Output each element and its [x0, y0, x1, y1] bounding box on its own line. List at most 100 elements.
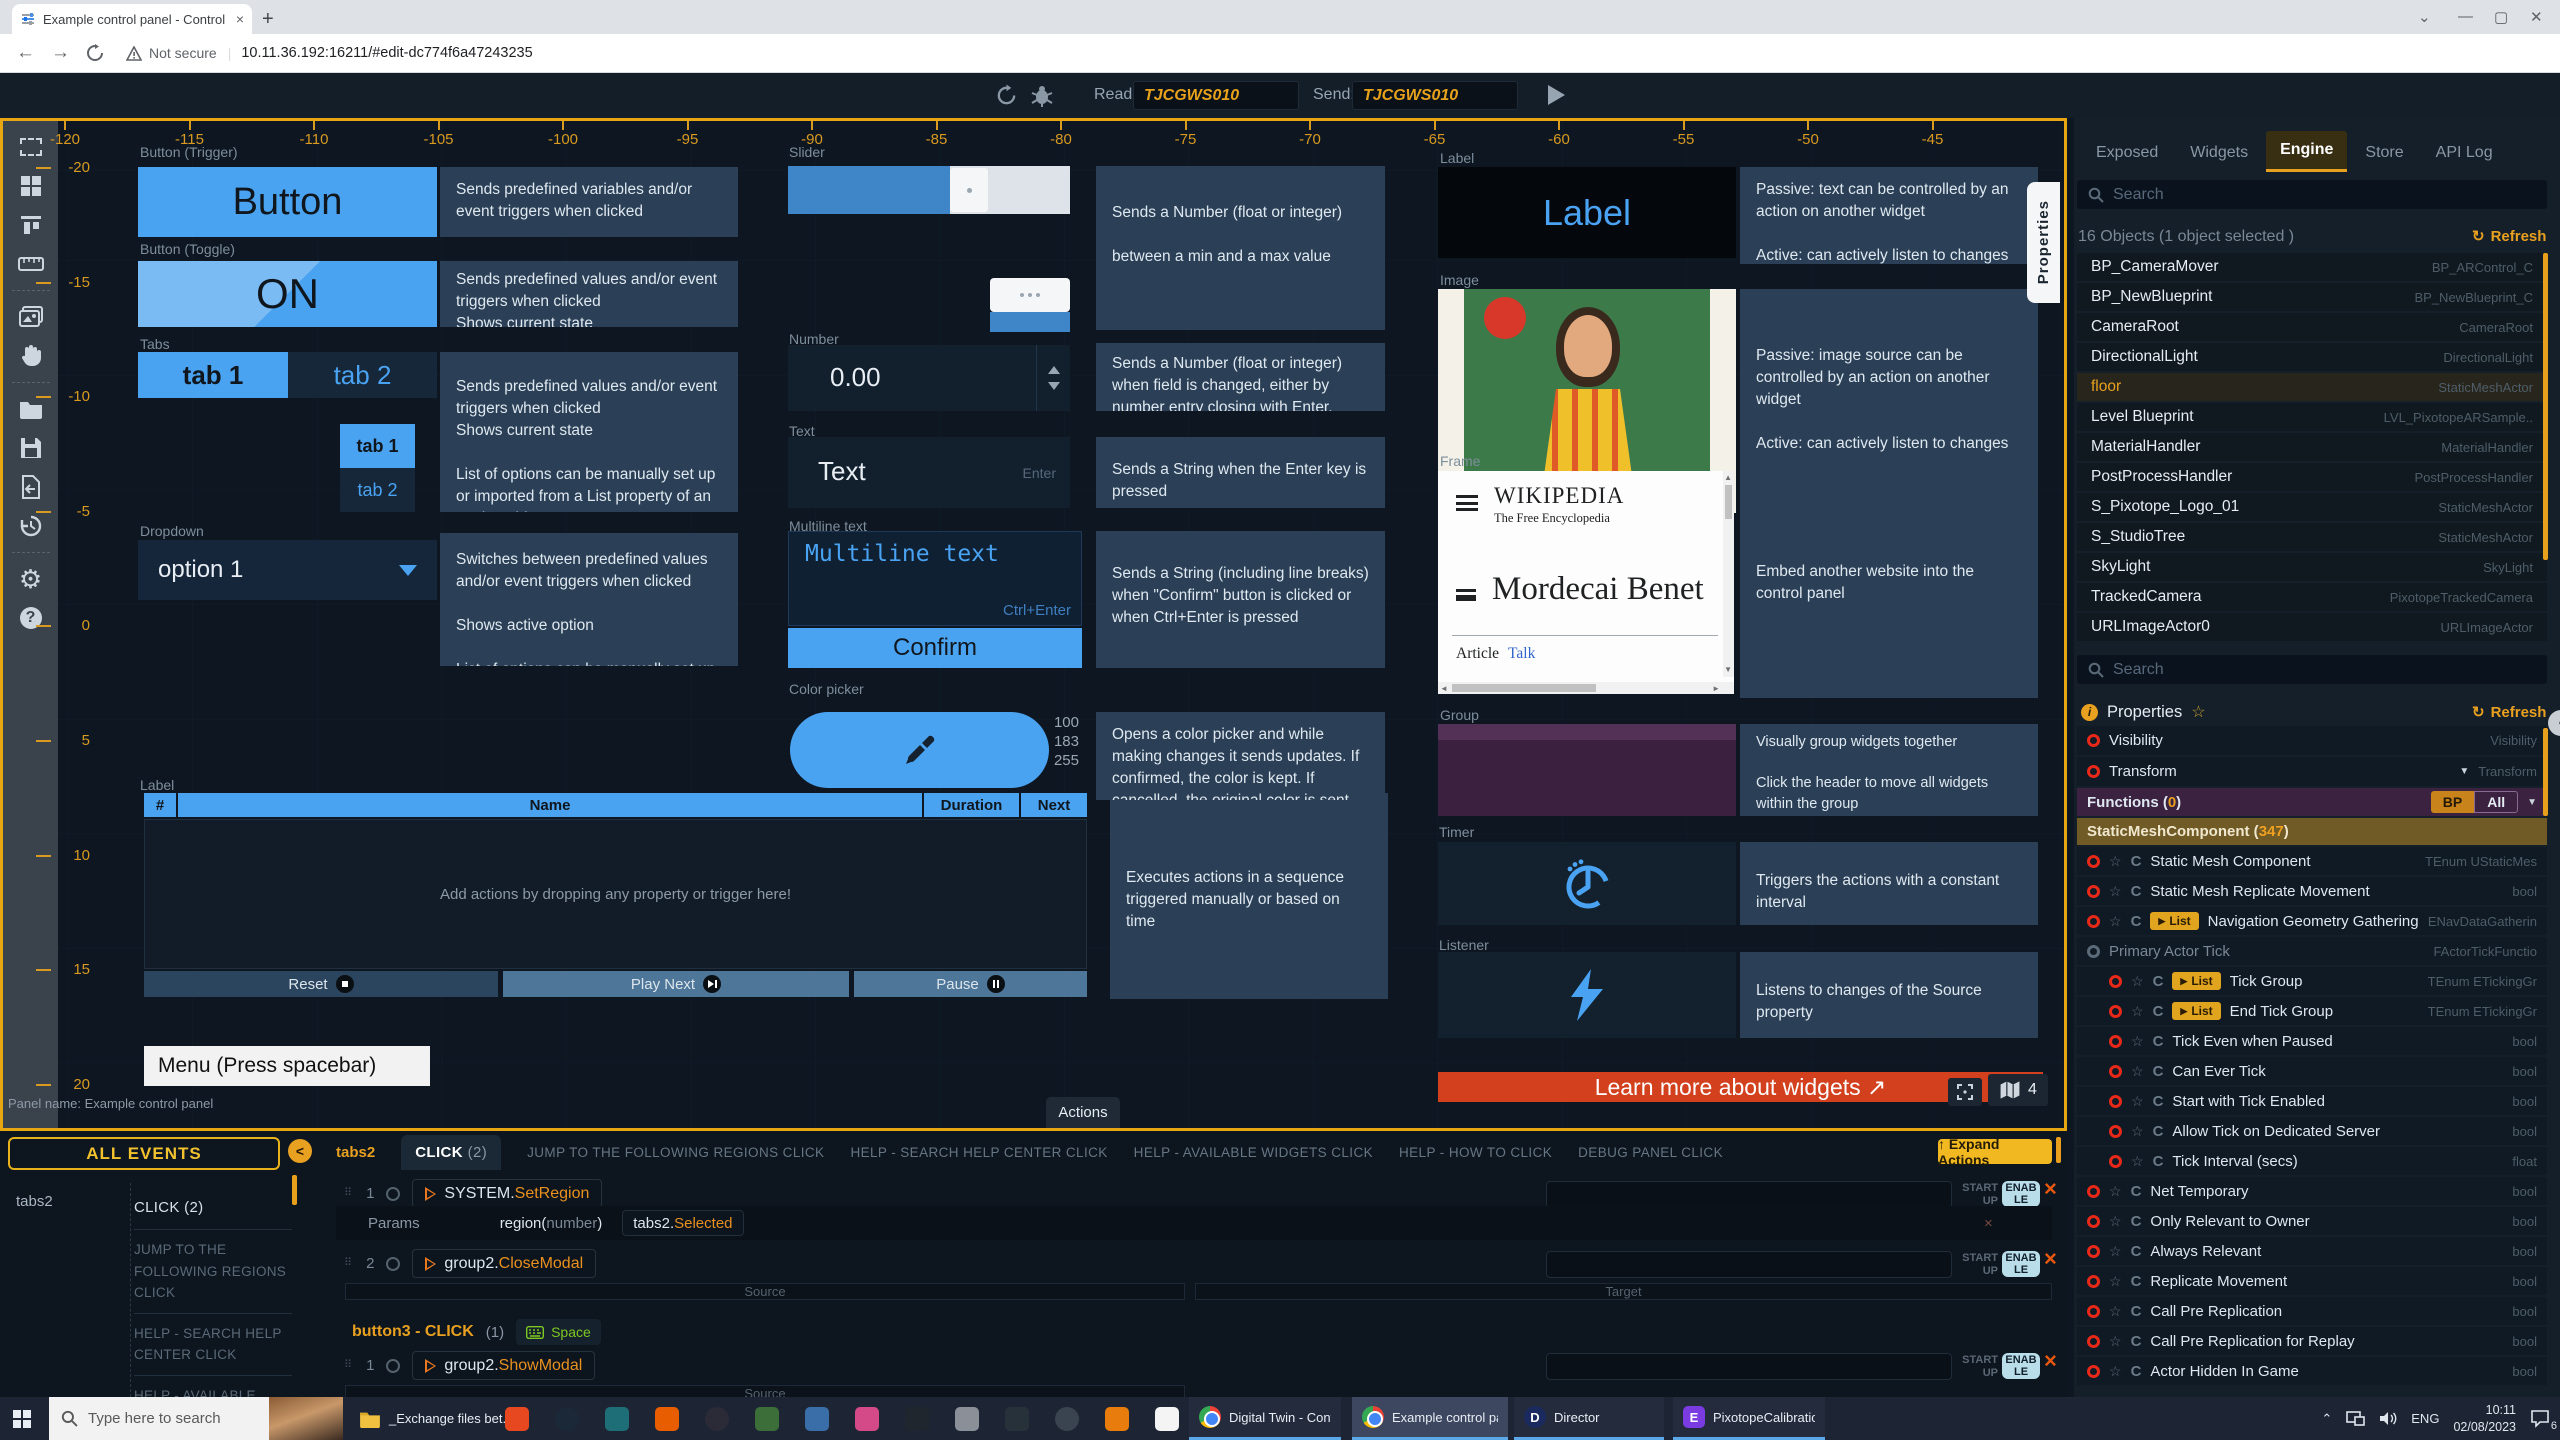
event-sidebar-item[interactable]: CLICK (2) [134, 1187, 292, 1230]
param-arg[interactable]: region(number) [500, 1215, 603, 1232]
event-sidebar-item[interactable]: JUMP TO THE FOLLOWING REGIONS CLICK [134, 1230, 292, 1314]
group-widget[interactable] [1438, 724, 1736, 816]
column-header[interactable]: Duration [924, 793, 1019, 817]
source-drop-bar[interactable]: Source [345, 1385, 1185, 1397]
multiline-widget[interactable]: Multiline text Ctrl+Enter [788, 531, 1082, 626]
taskbar-icon-media[interactable] [605, 1407, 629, 1431]
column-header[interactable]: Next [1021, 793, 1087, 817]
vertical-tab-1[interactable]: tab 1 [340, 424, 415, 468]
enable-badge[interactable]: ENABLE [2002, 1251, 2040, 1277]
debug-bug-icon[interactable] [1030, 83, 1054, 107]
taskbar-icon-ndi[interactable] [905, 1407, 929, 1431]
event-sidebar-item[interactable]: HELP - SEARCH HELP CENTER CLICK [134, 1314, 292, 1376]
tab-2[interactable]: tab 2 [288, 352, 437, 398]
taskbar-clock[interactable]: 10:11 02/08/2023 [2453, 1402, 2516, 1436]
delete-action-icon[interactable]: × [2044, 1246, 2057, 1272]
all-events-button[interactable]: ALL EVENTS [8, 1137, 280, 1170]
event-tab[interactable]: JUMP TO THE FOLLOWING REGIONS CLICK [527, 1145, 824, 1160]
sidebar-tab-engine[interactable]: Engine [2266, 131, 2347, 172]
history-tool[interactable] [12, 510, 50, 542]
column-header[interactable]: Name [178, 793, 922, 817]
sidebar-tab-store[interactable]: Store [2351, 134, 2417, 172]
taskbar-icon-sphere[interactable] [1055, 1407, 1079, 1431]
list-badge[interactable]: ▶List [2150, 912, 2198, 930]
minimap-button[interactable]: 4 [1988, 1074, 2048, 1106]
clear-param-icon[interactable]: × [1984, 1215, 1993, 1232]
event-tab[interactable]: CLICK (2) [401, 1135, 501, 1170]
scroll-left-icon[interactable]: ◄ [1440, 684, 1448, 693]
talk-tab-link[interactable]: Talk [1508, 645, 1535, 663]
startup-badge[interactable]: STARTUP [1956, 1354, 1998, 1379]
component-header-row[interactable]: StaticMeshComponent (347) [2077, 818, 2547, 845]
number-widget[interactable]: 0.00 [788, 345, 1070, 411]
event-tab[interactable]: HELP - HOW TO CLICK [1399, 1145, 1552, 1160]
star-icon[interactable]: ☆ [2109, 883, 2122, 900]
taskbar-icon-slack[interactable] [1155, 1407, 1179, 1431]
image-tool[interactable] [12, 301, 50, 333]
object-row[interactable]: MaterialHandlerMaterialHandler [2077, 433, 2547, 461]
not-secure-chip[interactable]: Not secure | [126, 45, 235, 61]
drag-handle-icon[interactable]: ⠿ [344, 1363, 354, 1369]
hotkey-badge[interactable]: Space [516, 1319, 601, 1345]
refresh-properties-button[interactable]: ↻Refresh [2472, 703, 2546, 721]
taskbar-icon-term[interactable] [1005, 1407, 1029, 1431]
sidebar-tab-widgets[interactable]: Widgets [2176, 134, 2262, 172]
widgets-grid-tool[interactable] [12, 170, 50, 202]
button-toggle-widget[interactable]: ON [138, 261, 437, 327]
tray-chevron-icon[interactable]: ⌃ [2321, 1411, 2332, 1427]
function-row[interactable]: ☆CStatic Mesh ComponentTEnum UStaticMes [2077, 847, 2547, 875]
taskbar-folder-window[interactable]: _Exchange files bet... [351, 1397, 521, 1440]
window-maximize-button[interactable]: ▢ [2494, 8, 2508, 26]
taskbar-icon-vlc[interactable] [655, 1407, 679, 1431]
listener-widget[interactable] [1438, 952, 1736, 1038]
search-highlight-image[interactable] [269, 1397, 343, 1440]
object-search-input[interactable]: Search [2077, 180, 2547, 209]
object-row[interactable]: TrackedCameraPixotopeTrackedCamera [2077, 583, 2547, 611]
star-icon[interactable]: ☆ [2131, 1153, 2144, 1170]
play-next-button[interactable]: Play Next [503, 971, 849, 997]
pan-hand-tool[interactable] [12, 340, 50, 372]
object-row[interactable]: S_Pixotope_Logo_01StaticMeshActor [2077, 493, 2547, 521]
function-row[interactable]: ☆C▶ListNavigation Geometry Gathering Mod… [2077, 907, 2547, 935]
star-icon[interactable]: ☆ [2131, 973, 2144, 990]
action-radio[interactable] [386, 1257, 400, 1271]
fit-view-button[interactable] [1948, 1078, 1982, 1106]
play-button[interactable] [1548, 85, 1565, 105]
function-row[interactable]: ☆CTick Even when Pausedbool [2077, 1027, 2547, 1055]
sidebar-tab-exposed[interactable]: Exposed [2082, 134, 2172, 172]
star-icon[interactable]: ☆ [2109, 1213, 2122, 1230]
actions-bottom-tab[interactable]: Actions [1046, 1097, 1120, 1128]
action-value-slot[interactable] [1546, 1181, 1952, 1208]
collapse-sidebar-icon[interactable]: ‹ [2548, 710, 2560, 736]
timer-widget[interactable] [1438, 842, 1736, 925]
align-tool[interactable] [12, 209, 50, 241]
help-icon[interactable]: ? [12, 602, 50, 634]
action-radio[interactable] [386, 1187, 400, 1201]
object-row[interactable]: BP_NewBlueprintBP_NewBlueprint_C [2077, 283, 2547, 311]
source-drop-bar[interactable]: Source [345, 1283, 1185, 1300]
color-picker-widget[interactable] [790, 712, 1049, 788]
event-source-name[interactable]: tabs2 [16, 1193, 53, 1210]
star-icon[interactable]: ☆ [2109, 913, 2122, 930]
favorite-star-icon[interactable]: ☆ [2191, 702, 2205, 722]
object-row[interactable]: floorStaticMeshActor [2077, 373, 2547, 401]
list-badge[interactable]: ▶List [2172, 972, 2220, 990]
star-icon[interactable]: ☆ [2109, 853, 2122, 870]
startup-badge[interactable]: STARTUP [1956, 1182, 1998, 1207]
event-tab[interactable]: DEBUG PANEL CLICK [1578, 1145, 1723, 1160]
star-icon[interactable]: ☆ [2131, 1063, 2144, 1080]
number-stepper[interactable] [1036, 345, 1070, 411]
text-widget[interactable]: Text Enter [788, 437, 1070, 508]
slider-handle[interactable] [950, 168, 988, 212]
target-drop-bar[interactable]: Target [1195, 1283, 2052, 1300]
vertical-tab-2[interactable]: tab 2 [340, 468, 415, 512]
scroll-right-icon[interactable]: ► [1712, 684, 1720, 693]
property-search-input[interactable]: Search [2077, 655, 2547, 684]
taskbar-icon-blender[interactable] [1105, 1407, 1129, 1431]
taskbar-icon-obs[interactable] [705, 1407, 729, 1431]
article-tab-link[interactable]: Article [1456, 645, 1499, 663]
group-header[interactable] [1438, 724, 1736, 740]
read-engine-input[interactable]: TJCGWS010 [1133, 81, 1299, 110]
functions-header-row[interactable]: Functions (0) BP All ▼ [2077, 788, 2547, 816]
delete-action-icon[interactable]: × [2044, 1348, 2057, 1374]
